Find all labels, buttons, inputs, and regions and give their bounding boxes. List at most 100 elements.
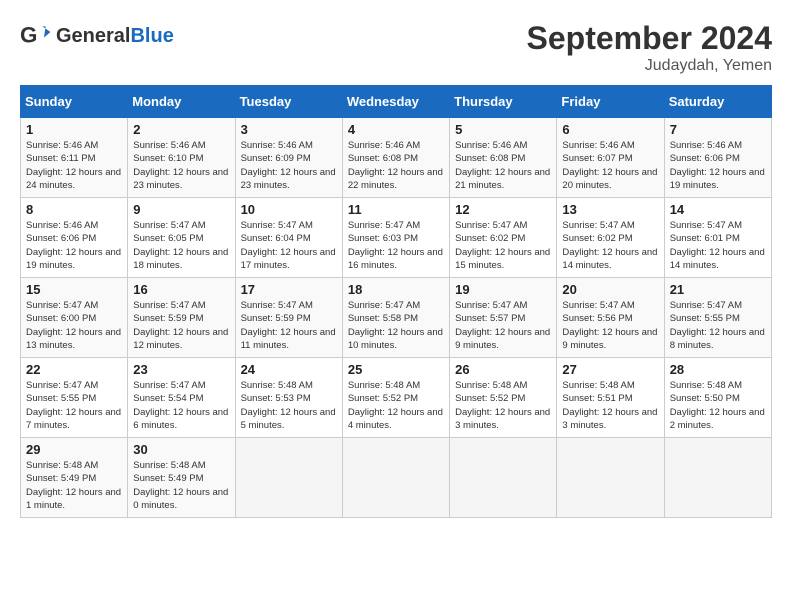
table-row: 10 Sunrise: 5:47 AM Sunset: 6:04 PM Dayl… <box>235 198 342 278</box>
day-number: 17 <box>241 282 337 297</box>
table-row: 13 Sunrise: 5:47 AM Sunset: 6:02 PM Dayl… <box>557 198 664 278</box>
day-info: Sunrise: 5:47 AM Sunset: 6:01 PM Dayligh… <box>670 219 766 272</box>
col-wednesday: Wednesday <box>342 86 449 118</box>
day-info: Sunrise: 5:46 AM Sunset: 6:06 PM Dayligh… <box>26 219 122 272</box>
table-row <box>450 438 557 518</box>
table-row: 29 Sunrise: 5:48 AM Sunset: 5:49 PM Dayl… <box>21 438 128 518</box>
table-row: 12 Sunrise: 5:47 AM Sunset: 6:02 PM Dayl… <box>450 198 557 278</box>
table-row: 9 Sunrise: 5:47 AM Sunset: 6:05 PM Dayli… <box>128 198 235 278</box>
table-row: 18 Sunrise: 5:47 AM Sunset: 5:58 PM Dayl… <box>342 278 449 358</box>
day-number: 19 <box>455 282 551 297</box>
day-info: Sunrise: 5:47 AM Sunset: 5:54 PM Dayligh… <box>133 379 229 432</box>
day-info: Sunrise: 5:47 AM Sunset: 5:57 PM Dayligh… <box>455 299 551 352</box>
col-saturday: Saturday <box>664 86 771 118</box>
table-row: 8 Sunrise: 5:46 AM Sunset: 6:06 PM Dayli… <box>21 198 128 278</box>
table-row <box>342 438 449 518</box>
day-info: Sunrise: 5:47 AM Sunset: 6:00 PM Dayligh… <box>26 299 122 352</box>
calendar-week-row: 22 Sunrise: 5:47 AM Sunset: 5:55 PM Dayl… <box>21 358 772 438</box>
col-tuesday: Tuesday <box>235 86 342 118</box>
calendar-week-row: 15 Sunrise: 5:47 AM Sunset: 6:00 PM Dayl… <box>21 278 772 358</box>
month-title: September 2024 <box>527 20 772 57</box>
table-row: 28 Sunrise: 5:48 AM Sunset: 5:50 PM Dayl… <box>664 358 771 438</box>
table-row: 22 Sunrise: 5:47 AM Sunset: 5:55 PM Dayl… <box>21 358 128 438</box>
day-info: Sunrise: 5:48 AM Sunset: 5:50 PM Dayligh… <box>670 379 766 432</box>
day-info: Sunrise: 5:47 AM Sunset: 5:59 PM Dayligh… <box>133 299 229 352</box>
calendar-table: Sunday Monday Tuesday Wednesday Thursday… <box>20 85 772 518</box>
day-info: Sunrise: 5:46 AM Sunset: 6:08 PM Dayligh… <box>348 139 444 192</box>
day-info: Sunrise: 5:47 AM Sunset: 5:55 PM Dayligh… <box>26 379 122 432</box>
day-info: Sunrise: 5:47 AM Sunset: 5:59 PM Dayligh… <box>241 299 337 352</box>
table-row: 7 Sunrise: 5:46 AM Sunset: 6:06 PM Dayli… <box>664 118 771 198</box>
table-row: 4 Sunrise: 5:46 AM Sunset: 6:08 PM Dayli… <box>342 118 449 198</box>
day-info: Sunrise: 5:46 AM Sunset: 6:08 PM Dayligh… <box>455 139 551 192</box>
title-block: September 2024 Judaydah, Yemen <box>527 20 772 75</box>
svg-text:G: G <box>20 22 37 47</box>
table-row: 25 Sunrise: 5:48 AM Sunset: 5:52 PM Dayl… <box>342 358 449 438</box>
day-info: Sunrise: 5:47 AM Sunset: 5:58 PM Dayligh… <box>348 299 444 352</box>
day-info: Sunrise: 5:48 AM Sunset: 5:49 PM Dayligh… <box>133 459 229 512</box>
day-number: 7 <box>670 122 766 137</box>
day-number: 4 <box>348 122 444 137</box>
day-info: Sunrise: 5:47 AM Sunset: 6:04 PM Dayligh… <box>241 219 337 272</box>
calendar-week-row: 29 Sunrise: 5:48 AM Sunset: 5:49 PM Dayl… <box>21 438 772 518</box>
col-monday: Monday <box>128 86 235 118</box>
table-row: 5 Sunrise: 5:46 AM Sunset: 6:08 PM Dayli… <box>450 118 557 198</box>
day-info: Sunrise: 5:47 AM Sunset: 5:55 PM Dayligh… <box>670 299 766 352</box>
day-number: 12 <box>455 202 551 217</box>
col-thursday: Thursday <box>450 86 557 118</box>
day-info: Sunrise: 5:46 AM Sunset: 6:11 PM Dayligh… <box>26 139 122 192</box>
table-row: 15 Sunrise: 5:47 AM Sunset: 6:00 PM Dayl… <box>21 278 128 358</box>
table-row <box>557 438 664 518</box>
logo-general: General <box>56 25 130 47</box>
table-row: 6 Sunrise: 5:46 AM Sunset: 6:07 PM Dayli… <box>557 118 664 198</box>
day-number: 10 <box>241 202 337 217</box>
calendar-header-row: Sunday Monday Tuesday Wednesday Thursday… <box>21 86 772 118</box>
table-row: 1 Sunrise: 5:46 AM Sunset: 6:11 PM Dayli… <box>21 118 128 198</box>
table-row: 30 Sunrise: 5:48 AM Sunset: 5:49 PM Dayl… <box>128 438 235 518</box>
calendar-week-row: 8 Sunrise: 5:46 AM Sunset: 6:06 PM Dayli… <box>21 198 772 278</box>
day-number: 9 <box>133 202 229 217</box>
table-row: 26 Sunrise: 5:48 AM Sunset: 5:52 PM Dayl… <box>450 358 557 438</box>
day-number: 2 <box>133 122 229 137</box>
day-number: 30 <box>133 442 229 457</box>
location-subtitle: Judaydah, Yemen <box>527 57 772 75</box>
table-row: 2 Sunrise: 5:46 AM Sunset: 6:10 PM Dayli… <box>128 118 235 198</box>
day-number: 28 <box>670 362 766 377</box>
logo-icon: G <box>20 20 52 52</box>
day-info: Sunrise: 5:46 AM Sunset: 6:07 PM Dayligh… <box>562 139 658 192</box>
day-number: 14 <box>670 202 766 217</box>
day-number: 13 <box>562 202 658 217</box>
logo: G GeneralBlue <box>20 20 174 52</box>
table-row: 16 Sunrise: 5:47 AM Sunset: 5:59 PM Dayl… <box>128 278 235 358</box>
day-info: Sunrise: 5:46 AM Sunset: 6:09 PM Dayligh… <box>241 139 337 192</box>
day-info: Sunrise: 5:48 AM Sunset: 5:52 PM Dayligh… <box>348 379 444 432</box>
day-info: Sunrise: 5:46 AM Sunset: 6:10 PM Dayligh… <box>133 139 229 192</box>
day-info: Sunrise: 5:47 AM Sunset: 5:56 PM Dayligh… <box>562 299 658 352</box>
calendar-week-row: 1 Sunrise: 5:46 AM Sunset: 6:11 PM Dayli… <box>21 118 772 198</box>
day-info: Sunrise: 5:47 AM Sunset: 6:03 PM Dayligh… <box>348 219 444 272</box>
col-sunday: Sunday <box>21 86 128 118</box>
day-info: Sunrise: 5:48 AM Sunset: 5:52 PM Dayligh… <box>455 379 551 432</box>
day-number: 23 <box>133 362 229 377</box>
day-number: 26 <box>455 362 551 377</box>
page-header: G GeneralBlue September 2024 Judaydah, Y… <box>20 20 772 75</box>
day-info: Sunrise: 5:48 AM Sunset: 5:49 PM Dayligh… <box>26 459 122 512</box>
table-row: 3 Sunrise: 5:46 AM Sunset: 6:09 PM Dayli… <box>235 118 342 198</box>
day-info: Sunrise: 5:48 AM Sunset: 5:53 PM Dayligh… <box>241 379 337 432</box>
day-info: Sunrise: 5:47 AM Sunset: 6:02 PM Dayligh… <box>562 219 658 272</box>
day-number: 8 <box>26 202 122 217</box>
logo-blue: Blue <box>130 25 173 47</box>
table-row: 11 Sunrise: 5:47 AM Sunset: 6:03 PM Dayl… <box>342 198 449 278</box>
day-info: Sunrise: 5:48 AM Sunset: 5:51 PM Dayligh… <box>562 379 658 432</box>
table-row <box>235 438 342 518</box>
table-row: 21 Sunrise: 5:47 AM Sunset: 5:55 PM Dayl… <box>664 278 771 358</box>
day-number: 16 <box>133 282 229 297</box>
day-number: 21 <box>670 282 766 297</box>
table-row: 23 Sunrise: 5:47 AM Sunset: 5:54 PM Dayl… <box>128 358 235 438</box>
table-row: 19 Sunrise: 5:47 AM Sunset: 5:57 PM Dayl… <box>450 278 557 358</box>
table-row: 24 Sunrise: 5:48 AM Sunset: 5:53 PM Dayl… <box>235 358 342 438</box>
day-info: Sunrise: 5:47 AM Sunset: 6:02 PM Dayligh… <box>455 219 551 272</box>
day-number: 22 <box>26 362 122 377</box>
table-row: 14 Sunrise: 5:47 AM Sunset: 6:01 PM Dayl… <box>664 198 771 278</box>
day-number: 11 <box>348 202 444 217</box>
